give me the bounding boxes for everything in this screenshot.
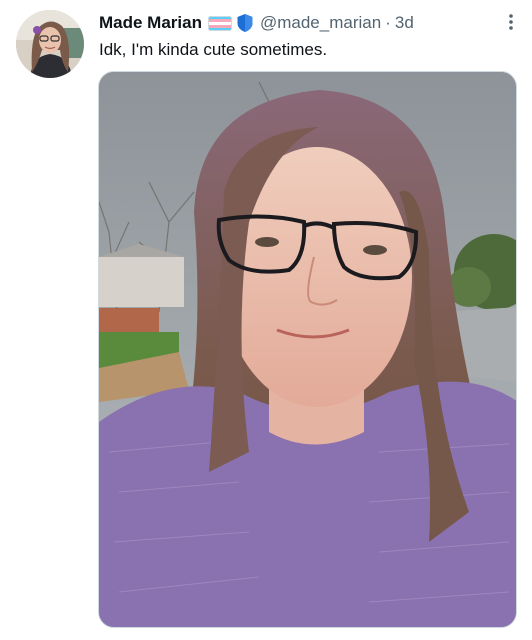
tweet-photo[interactable] xyxy=(98,71,517,628)
transgender-flag-icon xyxy=(207,15,232,31)
selfie-image xyxy=(99,72,516,627)
avatar-image xyxy=(16,10,84,78)
user-handle[interactable]: @made_marian xyxy=(260,13,381,33)
shield-icon xyxy=(236,13,254,33)
tweet-header: Made Marian @made_marian · 3d xyxy=(99,12,520,34)
separator-dot: · xyxy=(385,13,391,32)
more-options-icon[interactable] xyxy=(502,12,520,32)
tweet-text: Idk, I'm kinda cute sometimes. xyxy=(99,40,328,59)
timestamp[interactable]: 3d xyxy=(395,13,414,33)
display-name[interactable]: Made Marian xyxy=(99,13,202,33)
tweet: Made Marian @made_marian · 3d Idk, I'm k… xyxy=(0,0,532,640)
avatar[interactable] xyxy=(16,10,84,78)
